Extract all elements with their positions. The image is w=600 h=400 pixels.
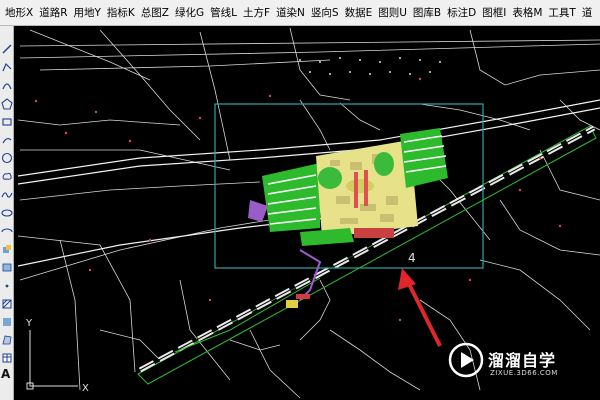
polyline-icon[interactable] [1,58,13,72]
hatch-icon[interactable] [1,295,13,309]
gradient-icon[interactable] [1,313,13,326]
annotation-number: 4 [408,251,416,265]
menu-item[interactable]: 地形X [2,0,36,26]
menu-item[interactable]: 图则U [375,0,410,26]
make-block-icon[interactable] [1,258,13,272]
menu-item[interactable]: 竖向S [308,0,342,26]
rectangle-icon[interactable] [1,113,13,126]
arc2-icon[interactable] [1,131,13,144]
menu-item[interactable]: 管线L [207,0,240,26]
line-icon[interactable] [1,40,13,54]
menu-item[interactable]: 土方F [240,0,273,26]
menu-item[interactable]: 数据E [342,0,376,26]
spline-icon[interactable] [1,186,13,198]
menu-item[interactable]: 标注D [444,0,479,26]
menu-item[interactable]: 图库B [410,0,444,26]
ellipse-icon[interactable] [1,204,13,217]
insert-block-icon[interactable] [1,240,13,254]
drawing-canvas[interactable]: 4 X Y 溜溜自学 ZIXUE.3D66.COM [14,27,600,400]
draw-toolbar: A [0,26,14,400]
revcloud-icon[interactable] [1,167,13,181]
mtext-icon[interactable]: A [1,368,13,380]
watermark-title: 溜溜自学 [488,351,557,370]
circle-icon[interactable] [1,149,13,164]
menu-item[interactable]: 指标K [104,0,138,26]
menu-item[interactable]: 工具T [545,0,578,26]
menu-item[interactable]: 表格M [509,0,545,26]
ucs-y-label: Y [25,318,33,329]
ellipse-arc-icon[interactable] [1,222,13,234]
menu-item[interactable]: 绿化G [172,0,207,26]
menu-bar: 地形X 道路R 用地Y 指标K 总图Z 绿化G 管线L 土方F 道染N 竖向S 数据E 图则U 图库B 标… [0,0,600,26]
arc-icon[interactable] [1,76,13,90]
table-icon[interactable] [1,349,13,363]
menu-item[interactable]: 道染N [273,0,308,26]
cad-drawing: 4 X Y [14,27,600,400]
menu-item[interactable]: 道路R [36,0,70,26]
point-icon[interactable] [1,277,13,289]
polygon-icon[interactable] [1,95,13,110]
menu-item[interactable]: 总图Z [138,0,172,26]
ucs-x-label: X [82,383,89,394]
menu-item[interactable]: 图框I [479,0,509,26]
region-icon[interactable] [1,331,13,345]
menu-item[interactable]: 用地Y [71,0,104,26]
menu-item[interactable]: 道 [579,0,596,26]
watermark-url: ZIXUE.3D66.COM [490,369,558,377]
